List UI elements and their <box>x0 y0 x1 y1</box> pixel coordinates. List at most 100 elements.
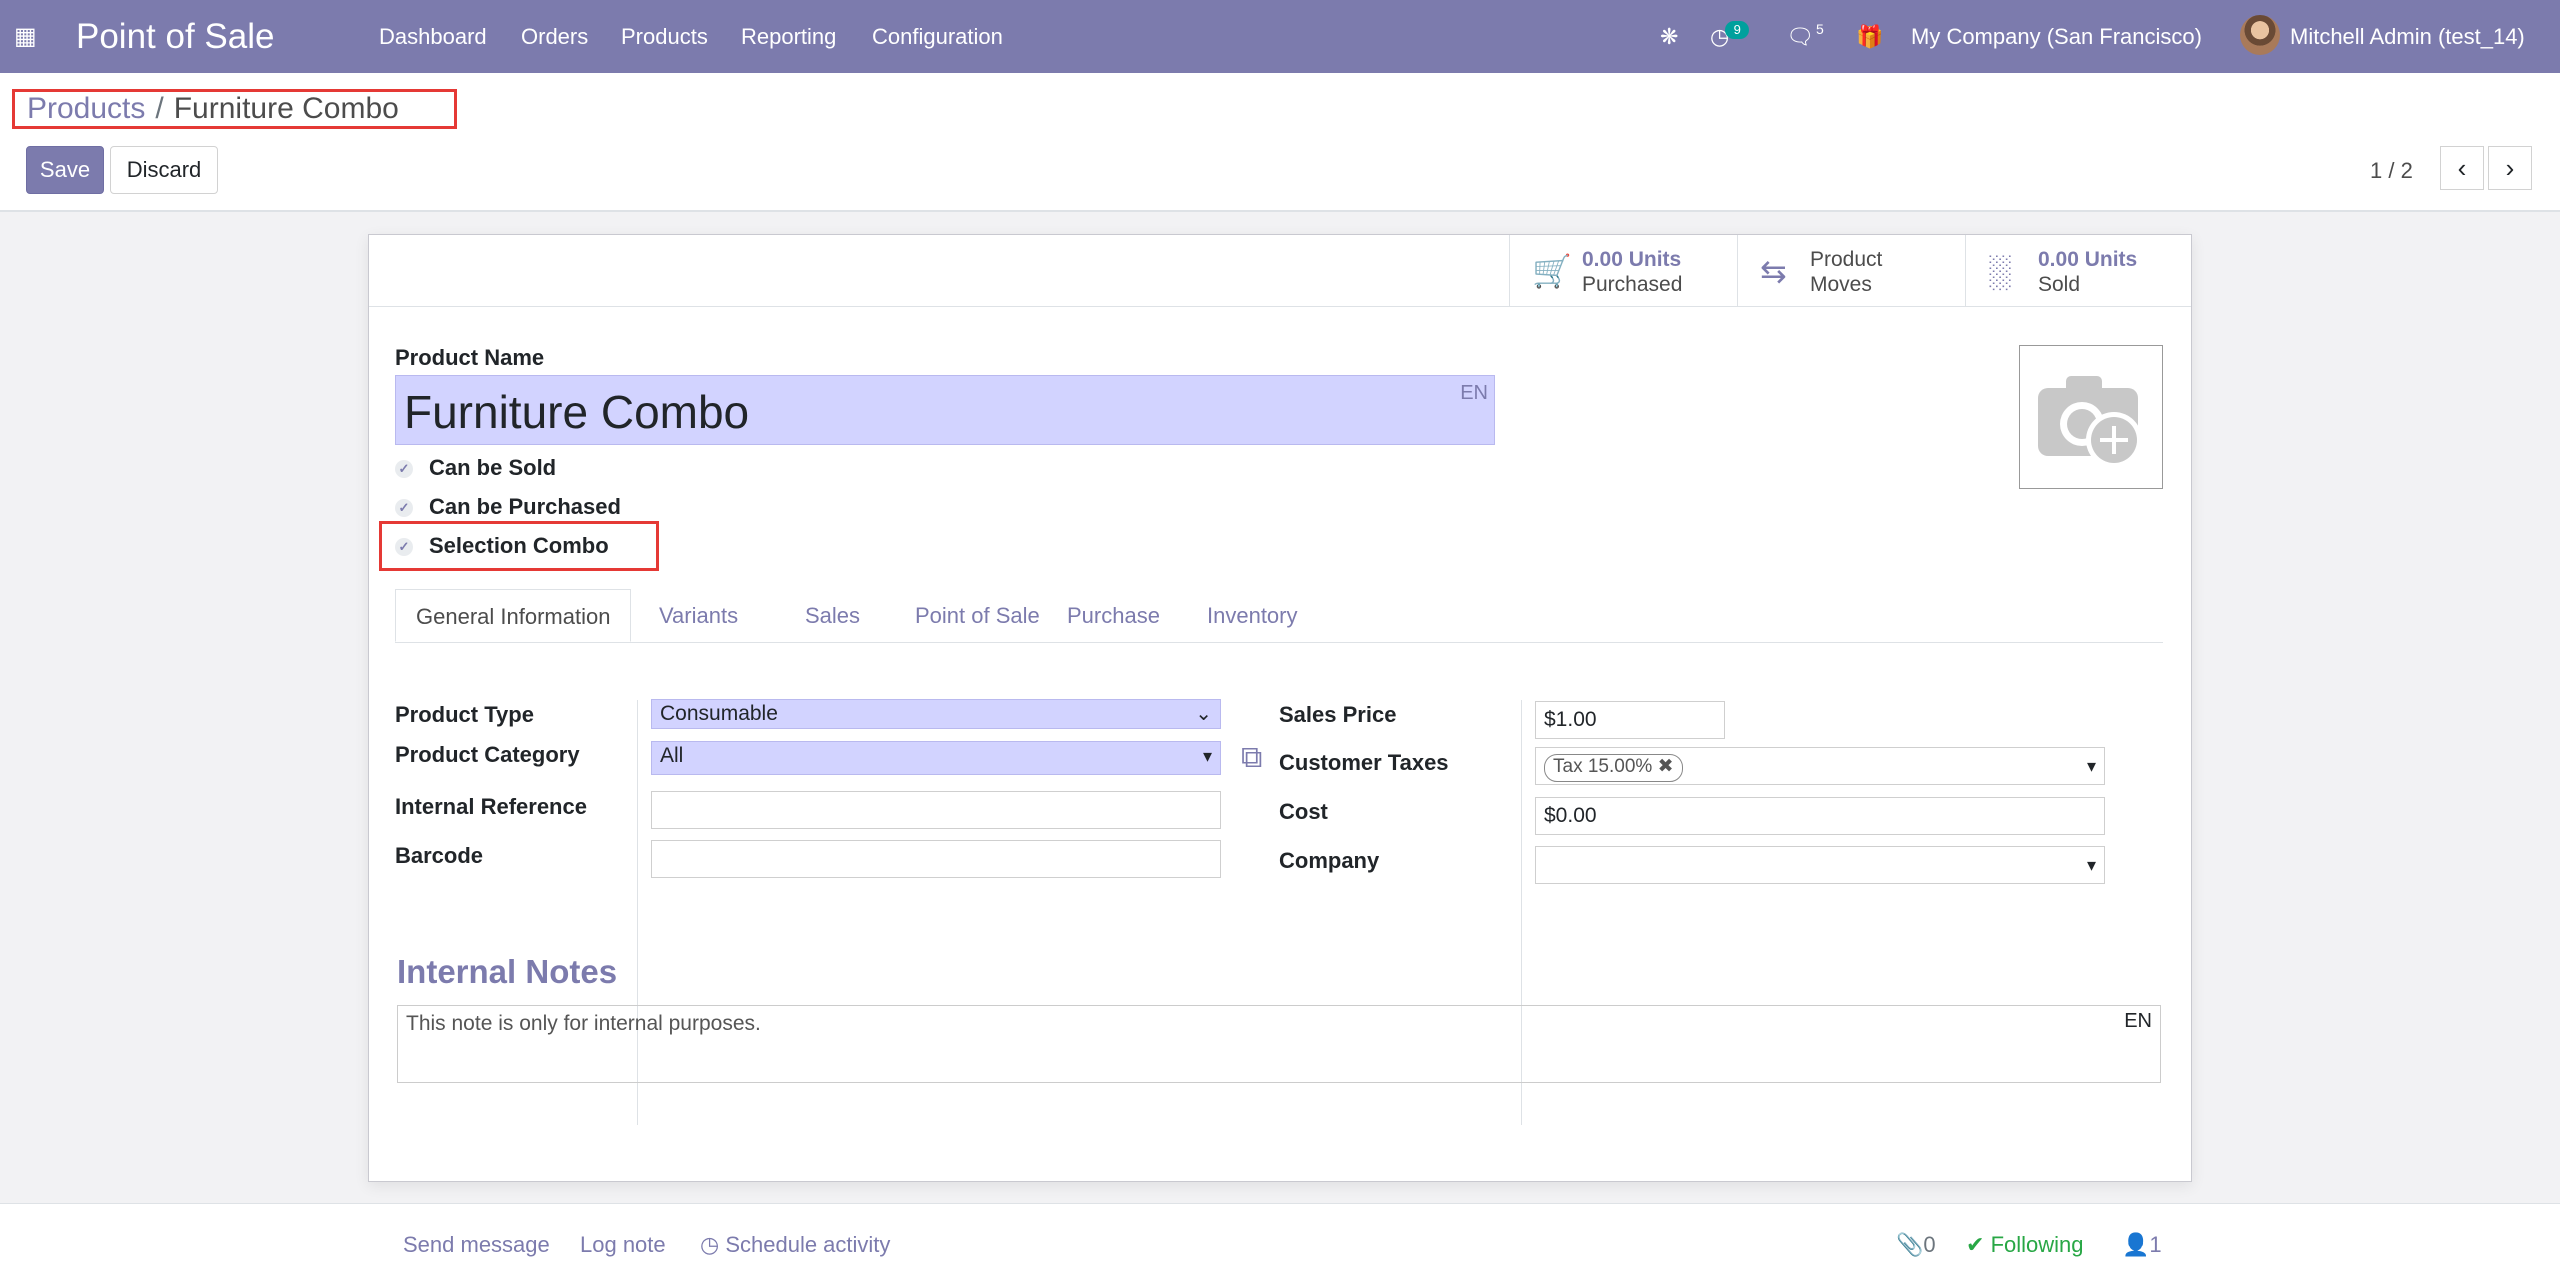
schedule-activity-button[interactable]: ◷ Schedule activity <box>700 1232 890 1258</box>
breadcrumb-current: Furniture Combo <box>173 92 399 125</box>
cost-input[interactable]: $0.00 <box>1535 797 2105 835</box>
paperclip-icon: 📎 <box>1896 1232 1924 1257</box>
purchased-value: 0.00 Units <box>1582 248 1682 271</box>
menu-reporting[interactable]: Reporting <box>741 0 836 73</box>
product-moves-stat-button[interactable]: ⇆ Product Moves <box>1737 235 1965 306</box>
product-type-label: Product Type <box>395 702 534 727</box>
followers-button[interactable]: 👤1 <box>2122 1232 2162 1258</box>
tab-sales[interactable]: Sales <box>805 589 860 642</box>
company-field[interactable]: ▾ <box>1535 846 2105 884</box>
pager-next-button[interactable]: › <box>2488 146 2532 190</box>
tab-general-information[interactable]: General Information <box>395 589 632 642</box>
cart-icon: 🛒 <box>1532 253 1572 289</box>
activity-count-badge: 9 <box>1725 21 1750 39</box>
product-type-value: Consumable <box>660 702 778 725</box>
product-moves-line2: Moves <box>1810 273 1872 296</box>
user-avatar[interactable] <box>2240 15 2280 55</box>
tab-inventory[interactable]: Inventory <box>1207 589 1298 642</box>
sold-value: 0.00 Units <box>2038 248 2138 271</box>
pager-previous-button[interactable]: ‹ <box>2440 146 2484 190</box>
product-name-label: Product Name <box>395 345 545 370</box>
app-title[interactable]: Point of Sale <box>76 0 274 73</box>
sold-stat-button[interactable]: ░ 0.00 Units Sold <box>1965 235 2191 306</box>
name-language-button[interactable]: EN <box>1460 382 1488 405</box>
menu-configuration[interactable]: Configuration <box>872 0 1003 73</box>
can-be-purchased-label: Can be Purchased <box>429 494 621 519</box>
menu-dashboard[interactable]: Dashboard <box>379 0 487 73</box>
sales-price-label: Sales Price <box>1279 702 1397 727</box>
tab-purchase[interactable]: Purchase <box>1067 589 1160 642</box>
clock-icon: ◷ <box>700 1232 720 1257</box>
product-name-input[interactable]: Furniture Combo EN <box>395 375 1495 445</box>
gift-icon[interactable]: 🎁 <box>1856 0 1883 73</box>
can-be-sold-label: Can be Sold <box>429 455 557 480</box>
breadcrumb: Products / Furniture Combo <box>12 89 457 129</box>
can-be-sold-checkbox[interactable]: ✓ Can be Sold <box>395 455 556 481</box>
log-note-button[interactable]: Log note <box>580 1232 666 1258</box>
pager-value[interactable]: 1 / 2 <box>2370 158 2413 184</box>
follower-count: 1 <box>2149 1232 2162 1257</box>
checkmark-icon: ✓ <box>395 499 413 518</box>
internal-reference-input[interactable] <box>651 791 1221 829</box>
company-switcher[interactable]: My Company (San Francisco) <box>1911 0 2202 73</box>
attachments-button[interactable]: 📎0 <box>1896 1232 1936 1258</box>
product-category-label: Product Category <box>395 742 580 767</box>
highlight-annotation <box>379 521 659 571</box>
product-type-select[interactable]: Consumable ⌄ <box>651 699 1221 729</box>
menu-products[interactable]: Products <box>621 0 708 73</box>
customer-taxes-label: Customer Taxes <box>1279 750 1449 775</box>
messages-icon[interactable]: 🗨 5 <box>1786 0 1824 73</box>
product-form-sheet: 🛒 0.00 Units Purchased ⇆ Product Moves ░ 0… <box>368 234 2192 1182</box>
schedule-activity-label: Schedule activity <box>725 1232 891 1257</box>
following-label: Following <box>1990 1232 2084 1257</box>
purchased-label: Purchased <box>1582 273 1683 296</box>
caret-down-icon: ▾ <box>2086 756 2096 776</box>
breadcrumb-separator: / <box>155 92 164 125</box>
notebook-tabs: General Information Variants Sales Point… <box>395 589 2163 643</box>
chatter-bar: Send message Log note ◷ Schedule activit… <box>0 1203 2560 1271</box>
apps-menu-icon[interactable]: ▦ <box>14 0 37 73</box>
barcode-input[interactable] <box>651 840 1221 878</box>
activity-clock-icon[interactable]: ◷ 9 <box>1710 0 1753 73</box>
user-icon: 👤 <box>2122 1232 2150 1257</box>
notes-language-button[interactable]: EN <box>2124 1010 2152 1033</box>
product-category-field[interactable]: All ▾ <box>651 741 1221 775</box>
following-button[interactable]: ✔ Following <box>1966 1232 2084 1258</box>
caret-down-icon: ▾ <box>2086 855 2096 875</box>
remove-tag-icon[interactable]: ✖ <box>1658 756 1674 777</box>
external-link-icon[interactable]: ⧉ <box>1241 741 1262 775</box>
chevron-right-icon: › <box>2505 153 2515 183</box>
send-message-button[interactable]: Send message <box>403 1232 550 1258</box>
user-menu[interactable]: Mitchell Admin (test_14) <box>2290 0 2525 73</box>
internal-reference-label: Internal Reference <box>395 794 587 819</box>
caret-down-icon: ▾ <box>1202 746 1212 766</box>
internal-notes-placeholder: This note is only for internal purposes. <box>406 1012 761 1035</box>
tax-tag[interactable]: Tax 15.00% ✖ <box>1544 754 1683 782</box>
product-moves-line1: Product <box>1810 248 1883 271</box>
internal-notes-title: Internal Notes <box>397 953 618 990</box>
sold-label: Sold <box>2038 273 2081 296</box>
check-icon: ✔ <box>1966 1232 1985 1257</box>
debug-bug-icon[interactable]: ❋ <box>1660 0 1678 73</box>
internal-notes-textarea[interactable]: This note is only for internal purposes.… <box>397 1005 2161 1083</box>
product-category-value: All <box>660 744 684 767</box>
can-be-purchased-checkbox[interactable]: ✓ Can be Purchased <box>395 494 621 520</box>
chevron-left-icon: ‹ <box>2457 153 2467 183</box>
save-button[interactable]: Save <box>26 146 104 194</box>
purchased-stat-button[interactable]: 🛒 0.00 Units Purchased <box>1509 235 1737 306</box>
control-panel: Products / Furniture Combo Save Discard 1 … <box>0 73 2560 212</box>
cost-label: Cost <box>1279 799 1328 824</box>
tab-point-of-sale[interactable]: Point of Sale <box>915 589 1040 642</box>
sales-price-input[interactable]: $1.00 <box>1535 701 1725 739</box>
customer-taxes-field[interactable]: Tax 15.00% ✖ ▾ <box>1535 747 2105 785</box>
menu-orders[interactable]: Orders <box>521 0 588 73</box>
tab-variants[interactable]: Variants <box>659 589 738 642</box>
message-count: 5 <box>1815 21 1824 37</box>
breadcrumb-products-link[interactable]: Products <box>27 92 145 125</box>
discard-button[interactable]: Discard <box>110 146 218 194</box>
top-navbar: ▦ Point of Sale Dashboard Orders Product… <box>0 0 2560 73</box>
checkmark-icon: ✓ <box>395 460 413 479</box>
product-image-field[interactable] <box>2019 345 2163 489</box>
camera-add-icon <box>2038 376 2142 468</box>
attachment-count: 0 <box>1923 1232 1936 1257</box>
